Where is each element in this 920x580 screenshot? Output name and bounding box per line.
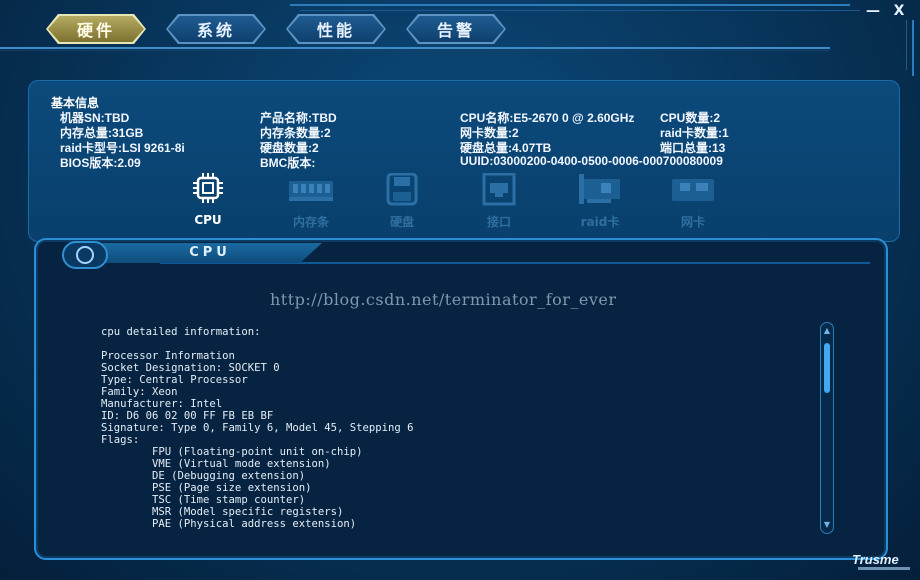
raid-card-icon <box>579 174 620 204</box>
disk-icon <box>386 173 418 206</box>
bmc-version: BMC版本: <box>260 156 316 170</box>
component-label-nic: 网卡 <box>680 215 705 229</box>
emblem-ring <box>76 246 94 264</box>
tab-hardware-label: 硬件 <box>48 16 144 42</box>
component-tab-memory[interactable]: 内存条 <box>276 173 346 229</box>
component-label-disk: 硬盘 <box>389 215 414 229</box>
uuid: UUID:03000200-0400-0500-0006-00070008000… <box>460 154 723 168</box>
detail-line: Manufacturer: Intel <box>101 398 223 410</box>
memory-icon <box>289 181 333 201</box>
component-tab-cpu[interactable]: CPU <box>173 173 243 229</box>
scroll-down-icon[interactable]: ▼ <box>822 519 832 531</box>
component-tab-raid[interactable]: raid卡 <box>565 173 635 229</box>
tab-hardware[interactable]: 硬件 <box>46 14 146 44</box>
tab-performance-label: 性能 <box>288 16 384 42</box>
scroll-thumb[interactable] <box>824 343 830 393</box>
detail-line <box>101 338 801 350</box>
component-tab-nic[interactable]: 网卡 <box>658 173 728 229</box>
tab-performance[interactable]: 性能 <box>286 14 386 44</box>
minimize-button[interactable]: — <box>862 2 884 20</box>
cpu-detail-text: cpu detailed information: Processor Infor… <box>101 326 801 534</box>
component-label-raid: raid卡 <box>580 215 620 229</box>
watermark-text: http://blog.csdn.net/terminator_for_ever <box>270 290 617 309</box>
scroll-up-icon[interactable]: ▲ <box>822 325 832 337</box>
tab-system[interactable]: 系统 <box>166 14 266 44</box>
detail-line: Type: Central Processor <box>101 374 248 386</box>
detail-title: CPU <box>189 245 231 260</box>
detail-line: Socket Designation: SOCKET 0 <box>101 362 280 374</box>
detail-line: FPU (Floating-point unit on-chip) <box>101 446 363 458</box>
brand-logo: Trusme <box>852 552 899 567</box>
detail-line: DE (Debugging extension) <box>101 470 306 482</box>
detail-line: ID: D6 06 02 00 FF FB EB BF <box>101 410 274 422</box>
frame-line-right-2 <box>906 20 907 70</box>
detail-line: Flags: <box>101 434 140 446</box>
panel-emblem-icon <box>62 241 108 269</box>
detail-line: Processor Information <box>101 350 235 362</box>
component-label-port: 接口 <box>486 215 511 229</box>
port-icon <box>482 173 516 206</box>
detail-scrollbar[interactable]: ▲ ▼ <box>820 322 834 534</box>
cpu-icon <box>193 173 223 203</box>
component-label-memory: 内存条 <box>292 215 329 229</box>
bios-version: BIOS版本:2.09 <box>60 156 141 170</box>
detail-line: PAE (Physical address extension) <box>101 518 357 530</box>
close-button[interactable]: X <box>888 2 910 20</box>
detail-line: Family: Xeon <box>101 386 178 398</box>
detail-line: Signature: Type 0, Family 6, Model 45, S… <box>101 422 414 434</box>
brand-underline <box>858 567 910 570</box>
detail-line: PSE (Page size extension) <box>101 482 312 494</box>
nav-divider-2 <box>0 50 830 51</box>
detail-line: TSC (Time stamp counter) <box>101 494 306 506</box>
app-window: — X 硬件 系统 性能 告警 基本信息 机器SN:TBD 产品名称:TBD C… <box>0 0 920 580</box>
frame-line-right <box>912 20 914 76</box>
detail-line: MSR (Model specific registers) <box>101 506 344 518</box>
tab-alerts[interactable]: 告警 <box>406 14 506 44</box>
detail-line: VME (Virtual mode extension) <box>101 458 331 470</box>
component-tab-port[interactable]: 接口 <box>464 173 534 229</box>
component-tab-disk[interactable]: 硬盘 <box>367 173 437 229</box>
top-nav: 硬件 系统 性能 告警 <box>0 0 840 52</box>
tab-alerts-label: 告警 <box>408 16 504 42</box>
nic-icon <box>672 179 714 201</box>
tab-system-label: 系统 <box>168 16 264 42</box>
detail-line: cpu detailed information: <box>101 326 261 338</box>
component-label-cpu: CPU <box>194 213 222 227</box>
nav-divider <box>0 47 830 49</box>
